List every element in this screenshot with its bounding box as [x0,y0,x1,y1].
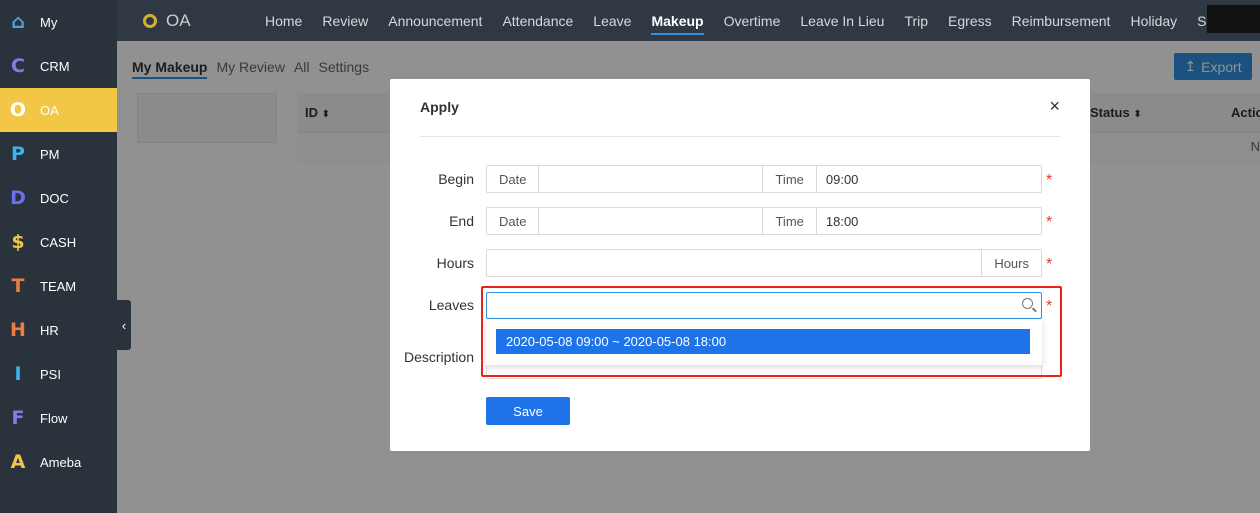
psi-icon: I [14,363,22,385]
sidebar-item-label: PM [40,146,60,162]
close-icon[interactable]: × [1049,97,1060,115]
hr-icon: H [10,319,26,341]
sidebar-item-doc[interactable]: D DOC [0,176,117,220]
oa-logo-icon [143,13,157,28]
oa-icon: O [9,99,27,121]
nav-item-home[interactable]: Home [265,0,302,41]
end-row: Date Time 18:00 [486,207,1042,235]
leaves-option[interactable]: 2020-05-08 09:00 ~ 2020-05-08 18:00 [496,329,1030,354]
sidebar-item-label: OA [40,102,59,118]
sidebar-item-flow[interactable]: F Flow [0,396,117,440]
brand[interactable]: OA [143,11,265,31]
hours-row: Hours [486,249,1042,277]
sidebar-item-label: CRM [40,58,70,74]
sidebar-item-team[interactable]: T TEAM [0,264,117,308]
sidebar-item-label: HR [40,322,59,338]
sidebar-item-label: My [40,14,58,30]
end-label: End [449,213,474,229]
end-date-input[interactable] [539,208,764,234]
nav-item-holiday[interactable]: Holiday [1130,0,1177,41]
end-time-input[interactable]: 18:00 [817,208,1041,234]
sidebar-item-label: Flow [40,410,68,426]
hours-required-mark: * [1046,256,1053,273]
nav-item-egress[interactable]: Egress [948,0,992,41]
apply-dialog: Apply × Begin Date Time 09:00 * End Date… [390,79,1090,451]
nav-item-reimbursement[interactable]: Reimbursement [1012,0,1111,41]
nav-item-attendance[interactable]: Attendance [502,0,573,41]
ameba-icon: A [10,451,26,473]
nav-item-s[interactable]: S [1197,0,1206,41]
sidebar-item-label: PSI [40,366,61,382]
sidebar-item-oa[interactable]: O OA [0,88,117,132]
hours-input[interactable] [487,250,981,276]
leaves-required-mark: * [1046,298,1053,315]
end-time-addon: Time [763,208,817,234]
my-icon: ⌂ [11,11,25,33]
nav-item-trip[interactable]: Trip [904,0,928,41]
sidebar-item-pm[interactable]: P PM [0,132,117,176]
begin-row: Date Time 09:00 [486,165,1042,193]
nav-item-leave-in-lieu[interactable]: Leave In Lieu [800,0,884,41]
dialog-divider [420,136,1060,137]
nav-item-review[interactable]: Review [322,0,368,41]
flow-icon: F [11,407,25,429]
nav-item-makeup[interactable]: Makeup [651,0,704,41]
top-navigation: OA Home Review Announcement Attendance Leave… [117,0,1260,41]
pm-icon: P [11,143,25,165]
save-button[interactable]: Save [486,397,570,425]
leaves-label: Leaves [428,297,474,313]
dialog-title: Apply [420,99,459,115]
begin-label: Begin [438,171,474,187]
nav-items: Home Review Announcement Attendance Leave Mak… [265,0,1227,41]
leaves-select-input[interactable] [486,292,1042,319]
doc-icon: D [10,187,26,209]
begin-date-addon: Date [487,166,540,192]
sidebar-collapse-toggle[interactable]: ‹ [117,300,131,350]
hours-label: Hours [436,255,474,271]
nav-item-announcement[interactable]: Announcement [388,0,482,41]
sidebar-item-psi[interactable]: I PSI [0,352,117,396]
sidebar-item-hr[interactable]: H HR [0,308,117,352]
sidebar-item-label: CASH [40,234,77,250]
sidebar-item-my[interactable]: ⌂ My [0,0,117,44]
redacted-area [1207,5,1260,33]
begin-time-addon: Time [763,166,817,192]
begin-time-input[interactable]: 09:00 [817,166,1041,192]
hours-addon: Hours [981,250,1041,276]
leaves-dropdown: 2020-05-08 09:00 ~ 2020-05-08 18:00 [486,319,1042,365]
team-icon: T [11,275,25,297]
sidebar-item-label: Ameba [40,454,82,470]
end-required-mark: * [1046,214,1053,231]
sidebar-item-cash[interactable]: $ CASH [0,220,117,264]
brand-title: OA [166,10,191,30]
end-date-addon: Date [487,208,540,234]
nav-item-leave[interactable]: Leave [593,0,631,41]
begin-date-input[interactable] [539,166,764,192]
sidebar-item-label: TEAM [40,278,77,294]
search-icon [1022,298,1033,309]
sidebar-item-crm[interactable]: C CRM [0,44,117,88]
sidebar-item-label: DOC [40,190,69,206]
sidebar-item-ameba[interactable]: A Ameba [0,440,117,484]
description-label: Description [403,349,474,365]
begin-required-mark: * [1046,172,1053,189]
chevron-left-icon: ‹ [121,317,127,333]
sidebar: ⌂ My C CRM O OA P PM D DOC $ CASH T TEAM H HR I PSI F Flow A… [0,0,117,513]
crm-icon: C [11,55,25,77]
cash-icon: $ [11,231,25,253]
nav-item-overtime[interactable]: Overtime [724,0,781,41]
